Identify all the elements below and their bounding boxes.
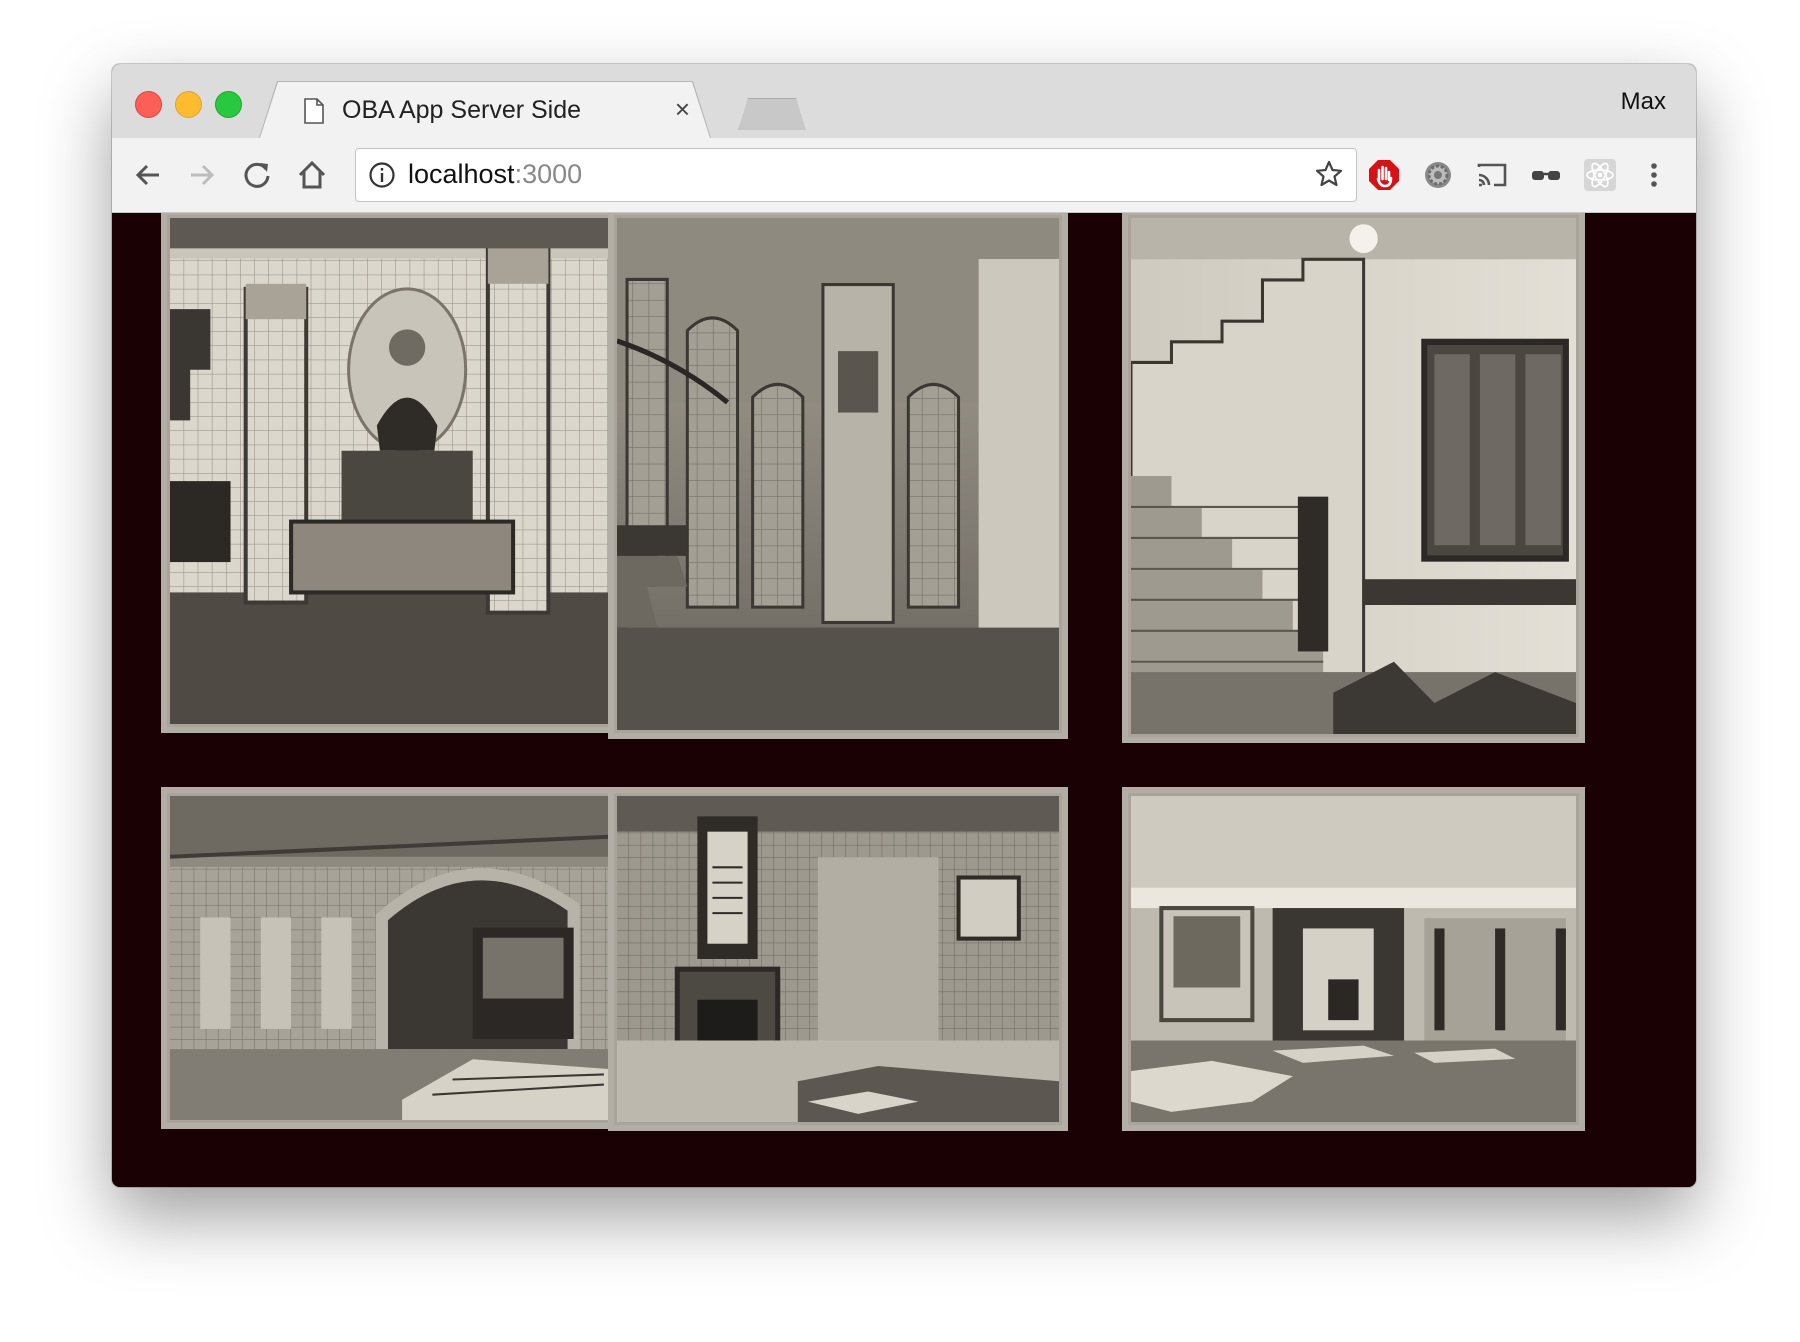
- reload-icon[interactable]: [240, 158, 274, 192]
- photo-tiled-hallway-arch[interactable]: [161, 787, 623, 1129]
- tab-close-icon[interactable]: ×: [675, 96, 690, 122]
- react-devtools-icon[interactable]: [1583, 158, 1617, 192]
- close-window-button[interactable]: [135, 91, 162, 118]
- browser-tab[interactable]: OBA App Server Side ×: [260, 82, 710, 138]
- url-host: localhost: [408, 159, 515, 189]
- url-port: :3000: [514, 159, 583, 189]
- tab-title: OBA App Server Side: [342, 96, 582, 124]
- minimize-window-button[interactable]: [175, 91, 202, 118]
- adblock-extension-icon[interactable]: [1367, 158, 1401, 192]
- photo-image: [170, 796, 614, 1120]
- photo-image: [617, 796, 1059, 1122]
- page-content: [112, 213, 1696, 1187]
- photo-image: [1131, 796, 1576, 1122]
- maximize-window-button[interactable]: [215, 91, 242, 118]
- back-icon[interactable]: [131, 158, 165, 192]
- home-icon[interactable]: [295, 158, 329, 192]
- photo-staircase-hall[interactable]: [1122, 213, 1585, 743]
- photo-tiled-room-fireplace[interactable]: [608, 787, 1068, 1131]
- page-icon: [304, 98, 324, 124]
- photo-image: [1131, 218, 1576, 734]
- photo-fireplace-alcove[interactable]: [161, 213, 623, 733]
- menu-dots-icon[interactable]: [1637, 158, 1671, 192]
- address-bar[interactable]: localhost:3000: [355, 148, 1357, 202]
- profile-name[interactable]: Max: [1621, 88, 1666, 116]
- photo-image: [170, 218, 614, 724]
- info-icon[interactable]: [368, 161, 396, 189]
- browser-window: OBA App Server Side × Max localhost:3000: [112, 64, 1696, 1187]
- title-bar: OBA App Server Side × Max: [112, 64, 1696, 138]
- photo-tiled-room-bench[interactable]: [1122, 787, 1585, 1131]
- glasses-extension-icon[interactable]: [1529, 158, 1563, 192]
- cast-icon[interactable]: [1475, 158, 1509, 192]
- browser-toolbar: localhost:3000: [112, 138, 1696, 213]
- url-text[interactable]: localhost:3000: [408, 159, 582, 190]
- forward-icon[interactable]: [185, 158, 219, 192]
- new-tab-button[interactable]: [738, 98, 806, 130]
- settings-extension-icon[interactable]: [1421, 158, 1455, 192]
- photo-image: [617, 218, 1059, 730]
- photo-tiled-stairwell[interactable]: [608, 213, 1068, 739]
- bookmark-star-icon[interactable]: [1314, 159, 1344, 189]
